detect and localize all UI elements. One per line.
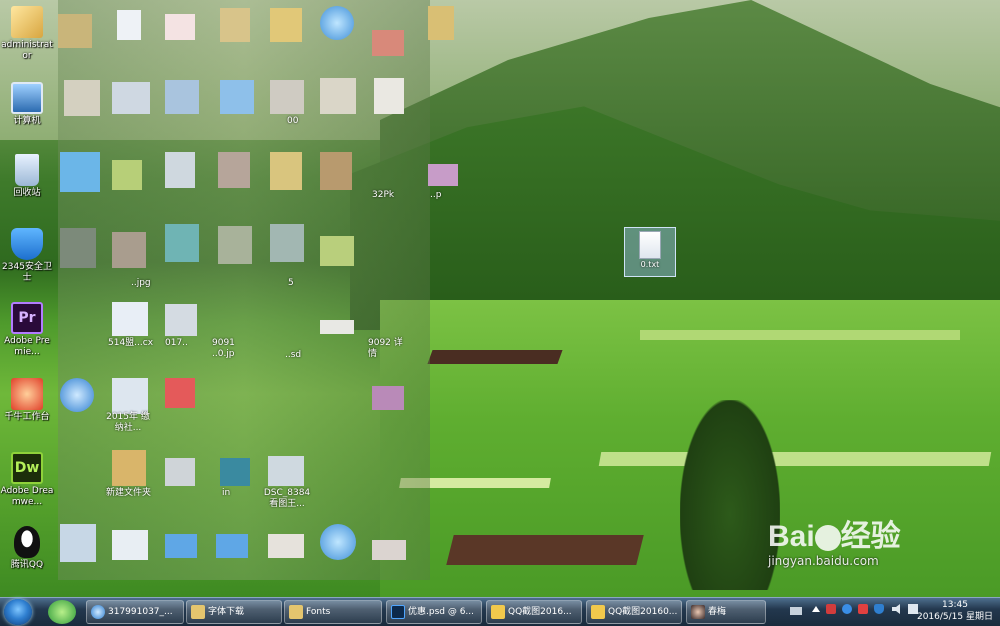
icon-label-fragment: ..jpg — [131, 278, 151, 288]
icon-label-fragment: 9092 详情 — [368, 338, 403, 359]
clock-time: 13:45 — [942, 600, 968, 610]
folder-icon — [191, 605, 205, 619]
paw-icon — [814, 525, 841, 552]
desktop-file-0-txt[interactable]: 0.txt — [624, 227, 676, 277]
photoshop-icon — [391, 605, 405, 619]
image-viewer-icon — [591, 605, 605, 619]
taskbar-item-folder-fonts[interactable]: Fonts — [284, 600, 382, 624]
icon-label-fragment: 5 — [288, 278, 294, 288]
start-button[interactable] — [4, 599, 32, 625]
avatar-icon — [691, 605, 705, 619]
taskbar-label: 优惠.psd @ 6... — [408, 607, 475, 617]
document-label[interactable]: 514盟...cx — [108, 338, 164, 349]
taskbar-label: Fonts — [306, 607, 331, 617]
dreamweaver-icon: Dw — [11, 452, 43, 484]
desktop-icon-administrator[interactable]: administrator — [0, 6, 54, 62]
shield-icon[interactable] — [874, 604, 884, 614]
icon-label-fragment: ..sd — [285, 350, 302, 360]
desktop-icon-premiere[interactable]: Pr Adobe Premie... — [0, 302, 54, 358]
taskbar-item-folder-font-download[interactable]: 字体下载 — [186, 600, 282, 624]
icon-label: Adobe Dreamwe... — [0, 486, 54, 507]
taskbar-label: QQ截图20160... — [608, 607, 678, 617]
tray-app-icon[interactable] — [858, 604, 868, 614]
keyboard-icon[interactable] — [790, 607, 802, 615]
document-label[interactable]: 2015年 缴纳社... — [104, 412, 152, 434]
desktop-icon-dreamweaver[interactable]: Dw Adobe Dreamwe... — [0, 452, 54, 508]
computer-icon — [11, 82, 43, 114]
soil-patch — [446, 535, 644, 565]
desktop-icon-qianniu[interactable]: 千牛工作台 — [0, 378, 54, 423]
taskbar-label: QQ截图2016... — [508, 607, 572, 617]
recycle-bin-icon — [15, 154, 39, 186]
icon-label: 2345安全卫士 — [2, 262, 52, 283]
user-folder-icon — [11, 6, 43, 38]
taskbar-label: 春梅 — [708, 607, 727, 617]
icon-label-fragment: 017.. — [165, 338, 188, 348]
icon-label-fragment: in — [222, 488, 231, 498]
image-file-label[interactable]: DSC_8384 看图王... — [262, 488, 312, 510]
qq-icon — [14, 526, 40, 558]
tray-app-icon[interactable] — [826, 604, 836, 614]
desktop-icon-qq[interactable]: 腾讯QQ — [0, 526, 54, 571]
text-file-icon — [639, 231, 661, 259]
icon-label: 回收站 — [13, 188, 41, 198]
desktop-icon-recycle-bin[interactable]: 回收站 — [0, 154, 54, 199]
icon-label-fragment: 00 — [287, 116, 299, 126]
browser-icon — [91, 605, 105, 619]
taskbar-item-qq-screenshot-1[interactable]: QQ截图2016... — [486, 600, 582, 624]
tray-app-icon[interactable] — [842, 604, 852, 614]
new-folder-label[interactable]: 新建文件夹 — [106, 488, 158, 499]
baidu-jingyan-watermark: Bai 经验 jingyan.baidu.com — [768, 520, 901, 568]
desktop-icon-2345-security[interactable]: 2345安全卫士 — [0, 228, 54, 284]
icon-label: 腾讯QQ — [10, 560, 44, 570]
icon-label-fragment: 9091 ..0.jp — [212, 338, 235, 359]
soil-patch — [427, 350, 563, 364]
pinned-app-360-icon[interactable] — [48, 600, 76, 624]
icon-label: 千牛工作台 — [4, 412, 50, 422]
field-strip — [640, 330, 960, 340]
premiere-icon: Pr — [11, 302, 43, 334]
icon-label: 计算机 — [13, 116, 41, 126]
taskbar-item-chat[interactable]: 春梅 — [686, 600, 766, 624]
taskbar: 317991037_... 字体下载 Fonts 优惠.psd @ 6... Q… — [0, 597, 1000, 626]
tree — [680, 400, 780, 590]
watermark-url: jingyan.baidu.com — [768, 554, 879, 568]
icon-label: administrator — [1, 40, 53, 61]
volume-icon[interactable] — [892, 604, 900, 614]
taskbar-label: 317991037_... — [108, 607, 173, 617]
field-strip — [598, 452, 992, 466]
taskbar-label: 字体下载 — [208, 607, 245, 617]
file-label: 0.txt — [640, 260, 660, 269]
system-clock[interactable]: 13:45 2016/5/15 星期日 — [914, 599, 996, 623]
watermark-brand: Bai — [768, 520, 815, 553]
watermark-cn: 经验 — [840, 520, 901, 553]
qianniu-icon — [11, 378, 43, 410]
image-viewer-icon — [491, 605, 505, 619]
folder-icon — [289, 605, 303, 619]
show-hidden-icons-icon[interactable] — [812, 606, 820, 612]
taskbar-item-browser[interactable]: 317991037_... — [86, 600, 184, 624]
security-shield-icon — [11, 228, 43, 260]
icon-label-fragment: ..p — [430, 190, 442, 200]
icon-label: Adobe Premie... — [4, 336, 50, 357]
taskbar-item-qq-screenshot-2[interactable]: QQ截图20160... — [586, 600, 682, 624]
desktop-icon-computer[interactable]: 计算机 — [0, 82, 54, 127]
icon-label-fragment: 32Pk — [372, 190, 395, 200]
taskbar-item-photoshop[interactable]: 优惠.psd @ 6... — [386, 600, 482, 624]
clock-date: 2016/5/15 星期日 — [916, 612, 993, 622]
